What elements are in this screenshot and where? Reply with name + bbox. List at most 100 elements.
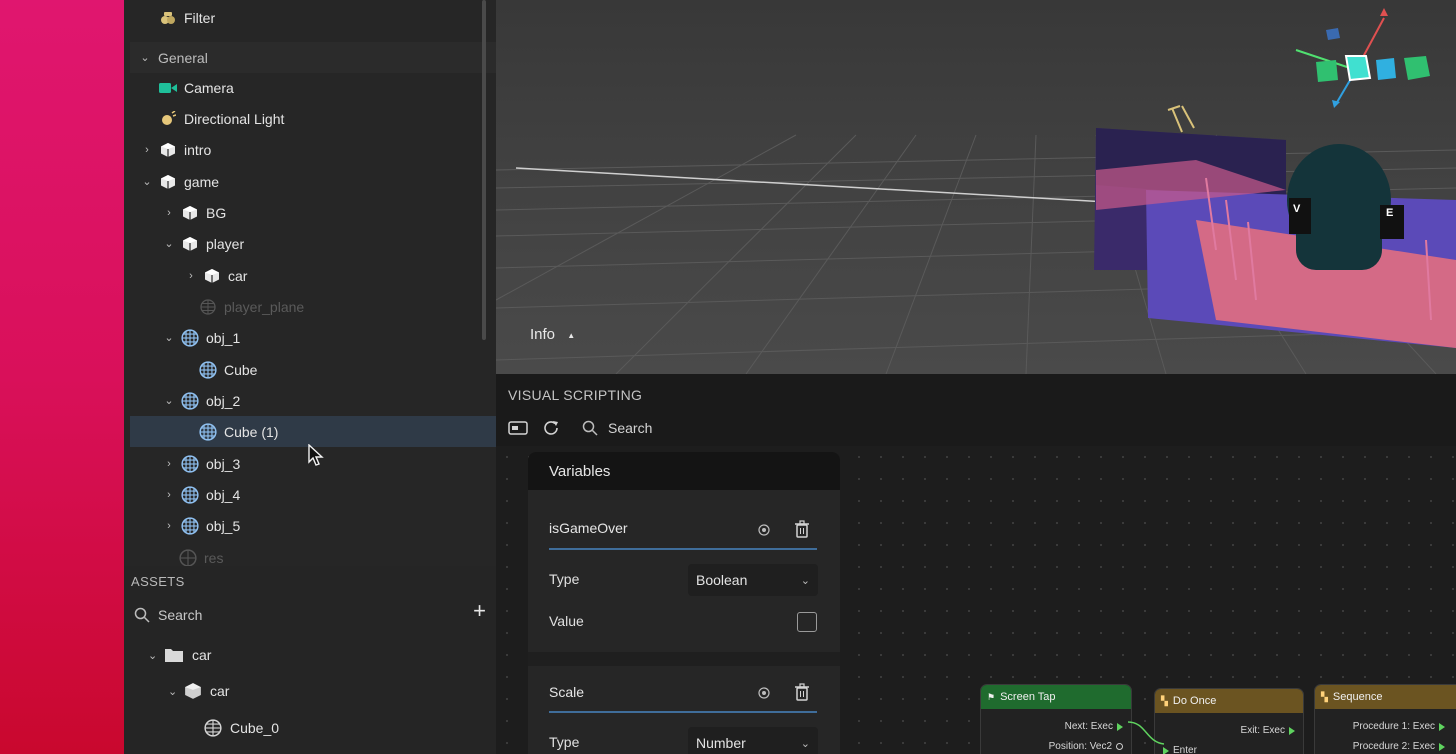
chevron-down-icon[interactable]: ⌄ <box>162 394 176 407</box>
transform-gizmo[interactable] <box>1295 8 1430 108</box>
refresh-icon[interactable] <box>542 419 560 437</box>
variable-type-select[interactable]: Number ⌄ <box>688 727 818 754</box>
hierarchy-item-game[interactable]: ⌄ game ✔ <box>130 166 496 197</box>
add-asset-button[interactable]: + <box>473 598 486 624</box>
mesh-icon <box>180 391 200 410</box>
asset-mesh-cube-0[interactable]: Cube_0 <box>204 715 279 741</box>
node-header: ⚑ Screen Tap <box>981 685 1131 709</box>
port-label: Enter <box>1173 745 1197 754</box>
variable-value-checkbox[interactable] <box>797 612 817 632</box>
chevron-down-icon[interactable]: ⌄ <box>168 685 182 698</box>
variable-value-label: Value <box>549 613 584 629</box>
mesh-icon <box>180 328 200 347</box>
hierarchy-item-intro[interactable]: › intro ✔ <box>130 134 496 165</box>
chevron-down-icon: ⌄ <box>800 574 810 587</box>
object-icon <box>180 235 200 253</box>
hierarchy-item-obj-1[interactable]: ⌄ obj_1 ✔ <box>130 322 496 353</box>
hierarchy-item-label: car <box>228 267 248 284</box>
variable-type-value: Number <box>696 735 746 751</box>
hierarchy-item-camera[interactable]: Camera ✔ <box>130 72 496 103</box>
filter-row[interactable]: Filter ✔ <box>130 2 496 33</box>
chevron-right-icon[interactable]: › <box>184 270 198 282</box>
trash-icon[interactable] <box>794 683 810 701</box>
hierarchy-item-obj-3[interactable]: › obj_3 ✔ <box>130 448 496 479</box>
chevron-down-icon[interactable]: ⌄ <box>138 51 152 64</box>
asset-label: Cube_0 <box>230 720 280 736</box>
hierarchy-item-bg[interactable]: › BG ✔ <box>130 197 496 228</box>
node-do-once[interactable]: ▚ Do Once Exit: Exec Enter <box>1154 688 1304 754</box>
folder-icon <box>165 649 183 662</box>
hierarchy-item-label: obj_3 <box>206 455 241 472</box>
variables-header: Variables <box>528 452 840 490</box>
visual-scripting-toolbar: Search <box>508 416 652 440</box>
chevron-right-icon[interactable]: › <box>162 458 176 470</box>
hierarchy-item-label: Directional Light <box>184 110 285 127</box>
assets-search-input[interactable]: Search <box>134 602 484 628</box>
hierarchy-item-general[interactable]: ⌄ General ✔ <box>130 42 496 73</box>
variable-type-label: Type <box>549 734 580 750</box>
hierarchy-item-car[interactable]: › car ✔ <box>130 260 496 291</box>
hierarchy-item-player[interactable]: ⌄ player ✔ <box>130 228 496 259</box>
node-port[interactable]: Procedure 1: Exec <box>1353 721 1445 732</box>
variable-name-underline <box>549 711 817 713</box>
visual-scripting-panel: VISUAL SCRIPTING Search Variables isGame… <box>496 374 1456 754</box>
radio-dot-icon[interactable] <box>758 687 770 699</box>
node-sequence[interactable]: ▚ Sequence Procedure 1: Exec Procedure 2… <box>1314 684 1456 754</box>
hierarchy-item-directional-light[interactable]: Directional Light ✔ <box>130 103 496 134</box>
chevron-right-icon[interactable]: › <box>162 207 176 219</box>
asset-folder-car[interactable]: ⌄ car <box>148 642 211 668</box>
chevron-down-icon[interactable]: ⌄ <box>148 649 162 662</box>
node-port[interactable]: Enter <box>1163 745 1197 754</box>
light-icon <box>158 110 178 128</box>
hierarchy-item-label: obj_5 <box>206 517 241 534</box>
hierarchy-item-obj-4[interactable]: › obj_4 ✔ <box>130 479 496 510</box>
hierarchy-item-obj-2[interactable]: ⌄ obj_2 ✔ <box>130 385 496 416</box>
hierarchy-item-obj-5[interactable]: › obj_5 ✔ <box>130 510 496 541</box>
visual-scripting-search-placeholder: Search <box>608 420 653 436</box>
scene-viewport[interactable]: V E Info ▲ <box>496 0 1456 374</box>
chevron-down-icon[interactable]: ⌄ <box>162 237 176 250</box>
visual-scripting-title: VISUAL SCRIPTING <box>508 387 643 403</box>
object-icon <box>202 267 222 285</box>
chevron-down-icon[interactable]: ⌄ <box>140 175 154 188</box>
radio-dot-icon[interactable] <box>758 524 770 536</box>
port-label: Next: Exec <box>1064 721 1113 732</box>
node-port[interactable]: Exit: Exec <box>1241 725 1295 736</box>
port-label: Procedure 1: Exec <box>1352 721 1435 732</box>
chevron-down-icon[interactable]: ⌄ <box>162 331 176 344</box>
mesh-icon <box>204 719 222 737</box>
hierarchy-item-label: player_plane <box>224 298 305 315</box>
search-icon <box>134 607 150 623</box>
variable-type-select[interactable]: Boolean ⌄ <box>688 564 818 596</box>
node-connection-wire <box>1127 721 1165 745</box>
variable-name-field[interactable]: Scale <box>549 684 584 700</box>
visual-scripting-search-input[interactable]: Search <box>582 420 652 436</box>
hierarchy-item-label: obj_1 <box>206 329 241 346</box>
object-icon <box>158 141 178 159</box>
info-toggle[interactable]: Info ▲ <box>530 326 575 343</box>
hierarchy-item-cube[interactable]: Cube ✔ <box>130 354 496 385</box>
trash-icon[interactable] <box>794 520 810 538</box>
hierarchy-item-label: res <box>204 549 224 566</box>
exec-port-icon <box>1439 722 1445 731</box>
object-icon <box>158 173 178 191</box>
node-port[interactable]: Next: Exec <box>1065 721 1123 732</box>
hierarchy-item-cube-1[interactable]: Cube (1) ✔ <box>130 416 496 447</box>
node-port[interactable]: Procedure 2: Exec <box>1353 741 1445 752</box>
camera-icon <box>158 79 178 97</box>
hierarchy-item-player-plane[interactable]: player_plane <box>130 291 496 322</box>
panel-toggle-icon[interactable] <box>508 420 528 436</box>
chevron-right-icon[interactable]: › <box>140 144 154 156</box>
assets-search-placeholder: Search <box>158 607 203 623</box>
hierarchy-scrollbar[interactable] <box>482 0 486 340</box>
chevron-right-icon[interactable]: › <box>162 489 176 501</box>
chevron-right-icon[interactable]: › <box>162 520 176 532</box>
node-port[interactable]: Position: Vec2 <box>1049 741 1123 752</box>
node-screen-tap[interactable]: ⚑ Screen Tap Next: Exec Position: Vec2 <box>980 684 1132 754</box>
hierarchy-item-res[interactable]: res <box>130 542 496 566</box>
exec-port-icon <box>1289 726 1295 735</box>
filter-label: Filter <box>184 9 216 26</box>
hierarchy-item-label: obj_2 <box>206 392 241 409</box>
asset-package-car[interactable]: ⌄ car <box>168 678 229 704</box>
variable-name-field[interactable]: isGameOver <box>549 520 628 536</box>
